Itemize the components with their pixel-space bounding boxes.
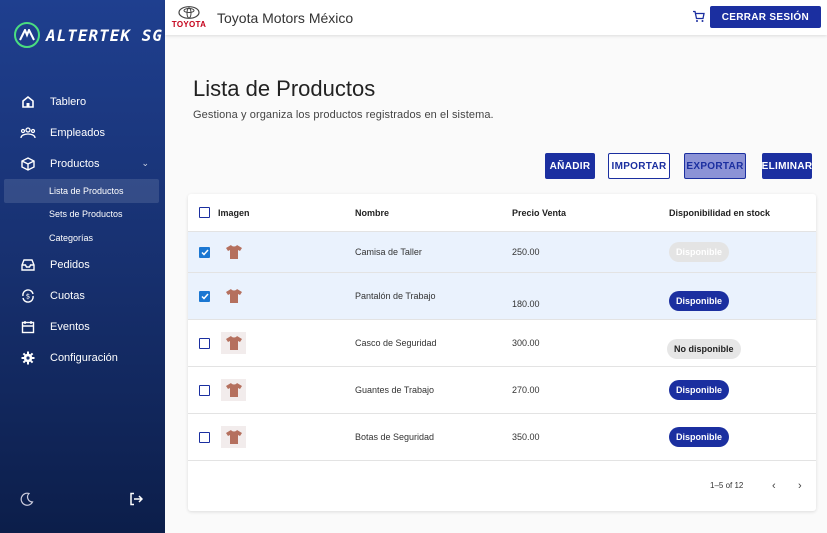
sidebar-subitem-categorias[interactable]: Categorías — [0, 226, 165, 250]
sidebar-item-productos[interactable]: Productos ⌄ — [0, 148, 165, 179]
product-price: 300.00 — [512, 338, 540, 348]
column-header-nombre: Nombre — [355, 207, 390, 218]
table-row[interactable]: Camisa de Taller 250.00 Disponible — [188, 232, 816, 273]
sidebar-item-tablero[interactable]: Tablero — [0, 86, 165, 117]
product-price: 250.00 — [512, 247, 540, 257]
product-name: Botas de Seguridad — [355, 432, 435, 442]
column-header-imagen: Imagen — [218, 207, 250, 218]
select-all-checkbox[interactable] — [199, 207, 210, 218]
product-thumbnail — [221, 241, 246, 263]
product-name: Pantalón de Trabajo — [355, 291, 436, 301]
sidebar-item-pedidos[interactable]: Pedidos — [0, 250, 165, 281]
chevron-right-icon[interactable]: › — [798, 480, 802, 492]
stock-badge: No disponible — [667, 339, 741, 359]
table-row[interactable]: Guantes de Trabajo 270.00 Disponible — [188, 367, 816, 414]
sidebar-item-eventos[interactable]: Eventos — [0, 312, 165, 343]
dollar-cycle-icon: $ — [20, 288, 36, 304]
people-icon — [20, 125, 36, 141]
stock-badge: Disponible — [669, 427, 730, 447]
stock-badge: Disponible — [669, 291, 730, 311]
logo-text: ALTERTEK SG — [46, 25, 163, 45]
toyota-emblem-icon — [178, 6, 200, 19]
sidebar-subitem-sets-productos[interactable]: Sets de Productos — [0, 203, 165, 227]
product-thumbnail — [221, 426, 246, 448]
logout-button[interactable]: CERRAR SESIÓN — [709, 6, 821, 28]
shirt-icon — [225, 336, 242, 350]
product-price: 350.00 — [512, 432, 540, 442]
table-row[interactable]: Botas de Seguridad 350.00 Disponible — [188, 414, 816, 461]
shirt-icon — [225, 289, 242, 303]
pagination-range: 1–5 of 12 — [710, 481, 744, 490]
product-name: Casco de Seguridad — [355, 338, 437, 348]
product-thumbnail — [221, 379, 246, 401]
sidebar-item-empleados[interactable]: Empleados — [0, 117, 165, 148]
shirt-icon — [225, 245, 242, 259]
logout-icon[interactable] — [129, 492, 144, 511]
sidebar-nav: Tablero Empleados Productos ⌄ Lista de P… — [0, 86, 165, 374]
table-header-row: Imagen Nombre Precio Venta Disponibilida… — [188, 194, 816, 232]
column-header-precio: Precio Venta — [512, 207, 567, 218]
stock-badge: Disponible — [669, 242, 730, 262]
page-subtitle: Gestiona y organiza los productos regist… — [193, 109, 494, 121]
company-logo: TOYOTA — [171, 6, 207, 29]
box-icon — [20, 156, 36, 172]
svg-text:$: $ — [26, 293, 30, 301]
row-checkbox[interactable] — [199, 246, 210, 258]
sidebar-item-label: Productos — [50, 157, 100, 170]
chevron-left-icon[interactable]: ‹ — [772, 480, 776, 492]
product-price: 270.00 — [512, 385, 540, 395]
chevron-down-icon[interactable]: ⌄ — [141, 158, 149, 169]
company-title: Toyota Motors México — [217, 9, 354, 26]
moon-icon[interactable] — [20, 492, 34, 511]
sidebar-subitem-lista-productos[interactable]: Lista de Productos — [4, 179, 159, 203]
table-row[interactable]: Casco de Seguridad 300.00 No disponible — [188, 320, 816, 367]
app-logo[interactable]: ALTERTEK SG — [14, 22, 163, 48]
sidebar-item-configuracion[interactable]: Configuración — [0, 343, 165, 374]
sidebar-footer — [20, 492, 144, 511]
home-icon — [20, 94, 36, 110]
company-logo-text: TOYOTA — [171, 20, 207, 29]
product-thumbnail — [221, 285, 246, 307]
export-button[interactable]: EXPORTAR — [684, 153, 746, 179]
stock-badge: Disponible — [669, 380, 730, 400]
row-checkbox[interactable] — [199, 290, 210, 302]
import-button[interactable]: IMPORTAR — [608, 153, 670, 179]
products-table: Imagen Nombre Precio Venta Disponibilida… — [188, 194, 816, 511]
row-checkbox[interactable] — [199, 384, 210, 396]
sidebar-item-label: Pedidos — [50, 259, 90, 271]
product-name: Camisa de Taller — [355, 247, 422, 257]
add-button[interactable]: AÑADIR — [545, 153, 595, 179]
inbox-icon — [20, 257, 36, 273]
row-checkbox[interactable] — [199, 337, 210, 349]
product-name: Guantes de Trabajo — [355, 385, 435, 395]
sidebar-item-cuotas[interactable]: $ Cuotas — [0, 281, 165, 312]
cart-icon[interactable] — [692, 10, 705, 28]
page-title: Lista de Productos — [193, 76, 376, 101]
sidebar-item-label: Cuotas — [50, 290, 85, 302]
sidebar-item-label: Configuración — [50, 352, 118, 364]
sidebar: ALTERTEK SG Tablero Empleados Productos … — [0, 0, 165, 533]
pagination: 1–5 of 12 ‹ › — [188, 460, 816, 511]
product-price: 180.00 — [512, 299, 540, 309]
logo-mark-icon — [14, 22, 40, 48]
product-thumbnail — [221, 332, 246, 354]
sidebar-item-label: Eventos — [50, 321, 90, 333]
shirt-icon — [225, 383, 242, 397]
sidebar-item-label: Tablero — [50, 95, 87, 108]
gear-icon — [20, 350, 36, 366]
delete-button[interactable]: ELIMINAR — [762, 153, 812, 179]
row-checkbox[interactable] — [199, 431, 210, 443]
column-header-stock: Disponibilidad en stock — [669, 207, 771, 218]
sidebar-item-label: Empleados — [50, 126, 106, 139]
calendar-icon — [20, 319, 36, 335]
table-row[interactable]: Pantalón de Trabajo 180.00 Disponible — [188, 273, 816, 320]
top-header: TOYOTA Toyota Motors México CERRAR SESIÓ… — [165, 0, 827, 35]
shirt-icon — [225, 430, 242, 444]
